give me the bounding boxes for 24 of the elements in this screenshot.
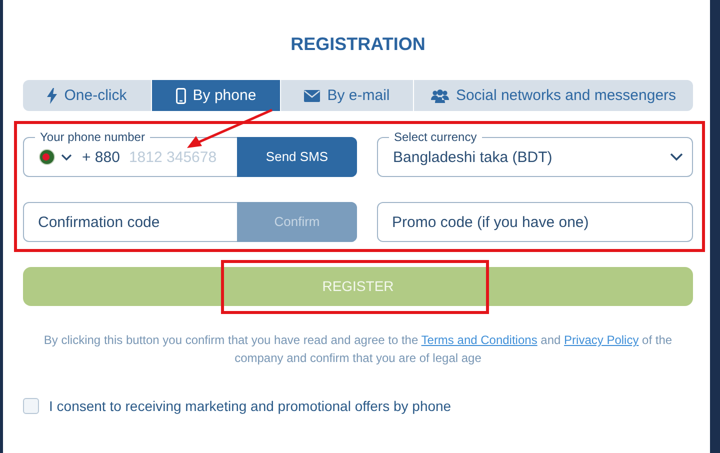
legal-link[interactable]: Privacy Policy	[564, 333, 639, 347]
phone-icon	[176, 88, 186, 104]
legal-link[interactable]: Terms and Conditions	[421, 333, 538, 347]
consent-label: I consent to receiving marketing and promotional offers by phone	[49, 398, 452, 414]
tab[interactable]: By e-mail	[281, 80, 413, 111]
phone-input[interactable]: 1812 345678	[128, 148, 229, 166]
consent-checkbox[interactable]	[23, 398, 39, 414]
people-icon	[430, 88, 449, 102]
promo-code-field[interactable]: Promo code (if you have one)	[378, 203, 692, 241]
tab[interactable]: Social networks and messengers	[414, 80, 693, 111]
envelope-icon	[304, 90, 320, 102]
tab[interactable]: By phone	[152, 80, 280, 111]
dialog-title: REGISTRATION	[290, 33, 426, 55]
lightning-icon	[47, 88, 58, 104]
field-label: Your phone number	[35, 130, 150, 144]
tab[interactable]: One-click	[23, 80, 151, 111]
send-sms-button[interactable]: Send SMS	[237, 137, 357, 177]
chevron-icon	[670, 153, 683, 161]
chevron-icon[interactable]	[61, 154, 72, 160]
country-code: + 880	[82, 148, 120, 166]
legal-notice: By clicking this button you confirm that you have read and agree to the Terms and Conditions and Privacy Policy of the company and confirm that you are of legal age	[42, 332, 674, 367]
flag-icon	[39, 149, 55, 165]
field-label: Select currency	[389, 130, 482, 144]
selected-currency: Bangladeshi taka (BDT)	[392, 148, 554, 166]
